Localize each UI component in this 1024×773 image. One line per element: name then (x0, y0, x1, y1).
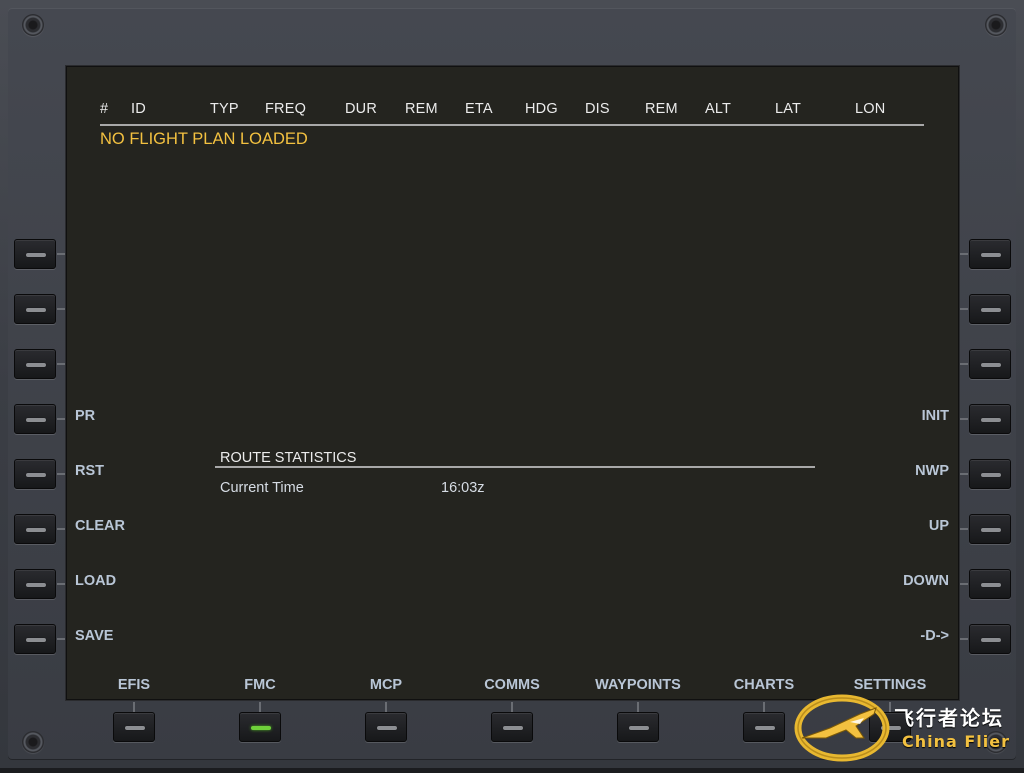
route-statistics-divider (215, 466, 815, 468)
lsk-right-direct-to[interactable] (969, 624, 1011, 654)
lsk-left-4-tick (57, 418, 65, 420)
tab-label-comms: COMMS (484, 677, 540, 693)
lsk-left-7-tick (57, 583, 65, 585)
lsk-right-up[interactable] (969, 514, 1011, 544)
col-header-lon: LON (855, 101, 886, 117)
tab-efis-tick (133, 702, 135, 712)
col-header-id: ID (131, 101, 146, 117)
col-header-lat: LAT (775, 101, 802, 117)
lsk-right-2[interactable] (969, 294, 1011, 324)
lsk-label-load: LOAD (75, 573, 117, 589)
lsk-right-6-tick (960, 528, 968, 530)
china-flier-watermark: 飞行者论坛 China Flier (790, 688, 1024, 768)
lsk-label-save: SAVE (75, 628, 114, 644)
lsk-left-2-tick (57, 308, 65, 310)
current-time-label: Current Time (220, 480, 304, 496)
lsk-right-down[interactable] (969, 569, 1011, 599)
col-header-dis: DIS (585, 101, 610, 117)
watermark-english-text: China Flier (902, 732, 1011, 751)
lsk-right-3[interactable] (969, 349, 1011, 379)
lsk-left-3-tick (57, 363, 65, 365)
lsk-right-5-tick (960, 473, 968, 475)
tab-label-fmc: FMC (244, 677, 276, 693)
lsk-right-4-tick (960, 418, 968, 420)
col-header-number: # (100, 101, 109, 117)
tab-mcp-tick (385, 702, 387, 712)
tab-label-waypoints: WAYPOINTS (595, 677, 681, 693)
screw-bottom-left (22, 731, 44, 753)
lsk-left-load[interactable] (14, 569, 56, 599)
lsk-right-8-tick (960, 638, 968, 640)
tab-charts-button[interactable] (743, 712, 785, 742)
tab-waypoints-button[interactable] (617, 712, 659, 742)
tab-comms-tick (511, 702, 513, 712)
tab-comms-button[interactable] (491, 712, 533, 742)
screw-top-right (985, 14, 1007, 36)
col-header-hdg: HDG (525, 101, 558, 117)
col-header-rem-2: REM (645, 101, 678, 117)
lsk-left-3[interactable] (14, 349, 56, 379)
lsk-label-direct-to: -D-> (920, 628, 949, 644)
col-header-freq: FREQ (265, 101, 307, 117)
tab-fmc-tick (259, 702, 261, 712)
lsk-right-2-tick (960, 308, 968, 310)
lsk-label-pr: PR (75, 408, 96, 424)
lsk-label-clear: CLEAR (75, 518, 125, 534)
lsk-left-8-tick (57, 638, 65, 640)
tab-label-mcp: MCP (369, 677, 403, 693)
watermark-chinese-text: 飞行者论坛 (894, 706, 1004, 730)
tab-waypoints-tick (637, 702, 639, 712)
lsk-left-1[interactable] (14, 239, 56, 269)
lsk-label-init: INIT (921, 408, 949, 424)
lsk-left-rst[interactable] (14, 459, 56, 489)
lsk-label-nwp: NWP (915, 463, 949, 479)
lsk-left-6-tick (57, 528, 65, 530)
lsk-left-2[interactable] (14, 294, 56, 324)
tab-efis-button[interactable] (113, 712, 155, 742)
lsk-left-save[interactable] (14, 624, 56, 654)
lsk-right-1[interactable] (969, 239, 1011, 269)
current-time-value: 16:03z (441, 480, 485, 496)
lsk-label-rst: RST (75, 463, 104, 479)
lsk-label-down: DOWN (903, 573, 949, 589)
cdu-bezel: # ID TYP FREQ DUR REM ETA HDG DIS REM AL… (0, 0, 1024, 768)
col-header-typ: TYP (210, 101, 239, 117)
fmc-display-screen (66, 66, 959, 700)
col-header-alt: ALT (705, 101, 732, 117)
lsk-right-3-tick (960, 363, 968, 365)
lsk-left-clear[interactable] (14, 514, 56, 544)
flight-plan-status: NO FLIGHT PLAN LOADED (100, 130, 308, 148)
tab-mcp-button[interactable] (365, 712, 407, 742)
col-header-eta: ETA (465, 101, 493, 117)
tab-charts-tick (763, 702, 765, 712)
header-divider (100, 124, 924, 126)
tab-label-efis: EFIS (117, 677, 151, 693)
lsk-right-init[interactable] (969, 404, 1011, 434)
lsk-right-7-tick (960, 583, 968, 585)
lsk-left-1-tick (57, 253, 65, 255)
lsk-left-pr[interactable] (14, 404, 56, 434)
tab-fmc-button[interactable] (239, 712, 281, 742)
screw-top-left (22, 14, 44, 36)
col-header-dur: DUR (345, 101, 378, 117)
china-flier-logo-icon (794, 694, 890, 762)
lsk-label-up: UP (928, 518, 949, 534)
lsk-right-nwp[interactable] (969, 459, 1011, 489)
lsk-right-1-tick (960, 253, 968, 255)
lsk-left-5-tick (57, 473, 65, 475)
col-header-rem: REM (405, 101, 438, 117)
route-statistics-title: ROUTE STATISTICS (220, 450, 357, 466)
